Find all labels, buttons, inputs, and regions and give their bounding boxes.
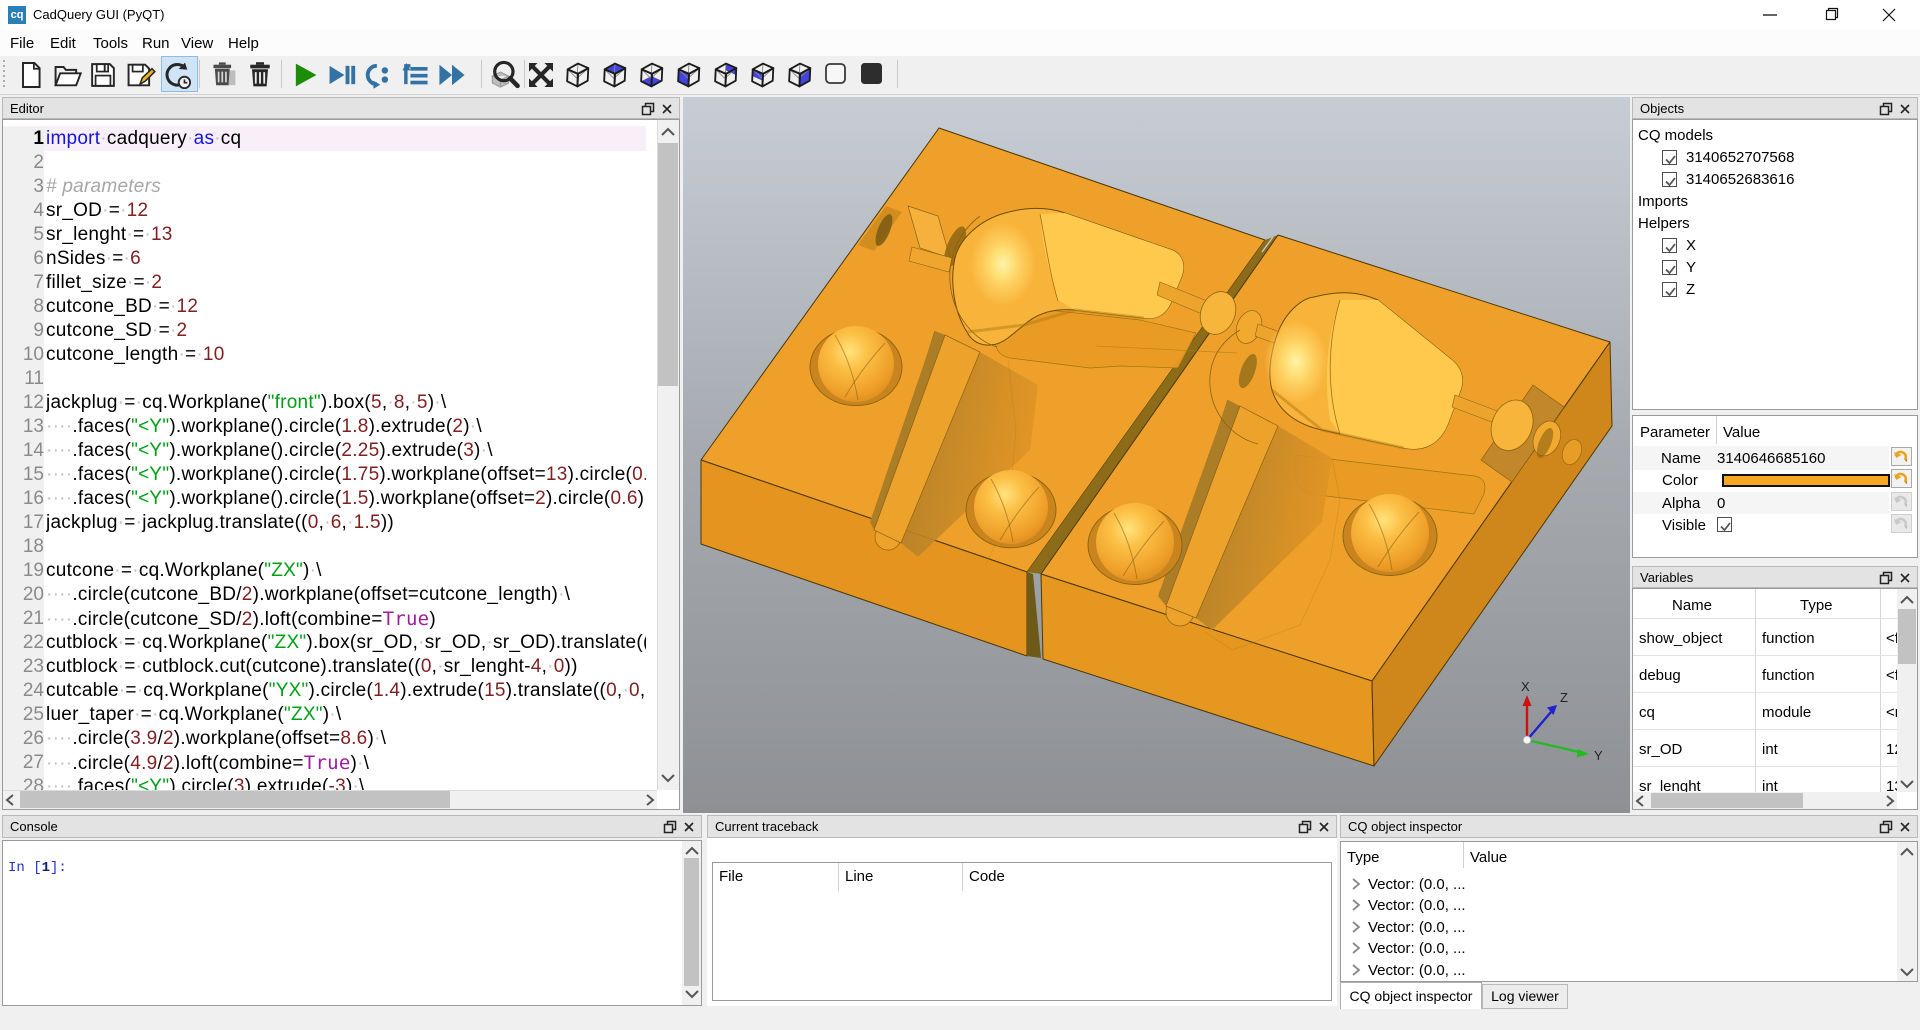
svg-text:Z: Z: [1560, 690, 1568, 705]
svg-text:Y: Y: [1594, 748, 1603, 763]
svg-text:X: X: [1521, 679, 1530, 694]
